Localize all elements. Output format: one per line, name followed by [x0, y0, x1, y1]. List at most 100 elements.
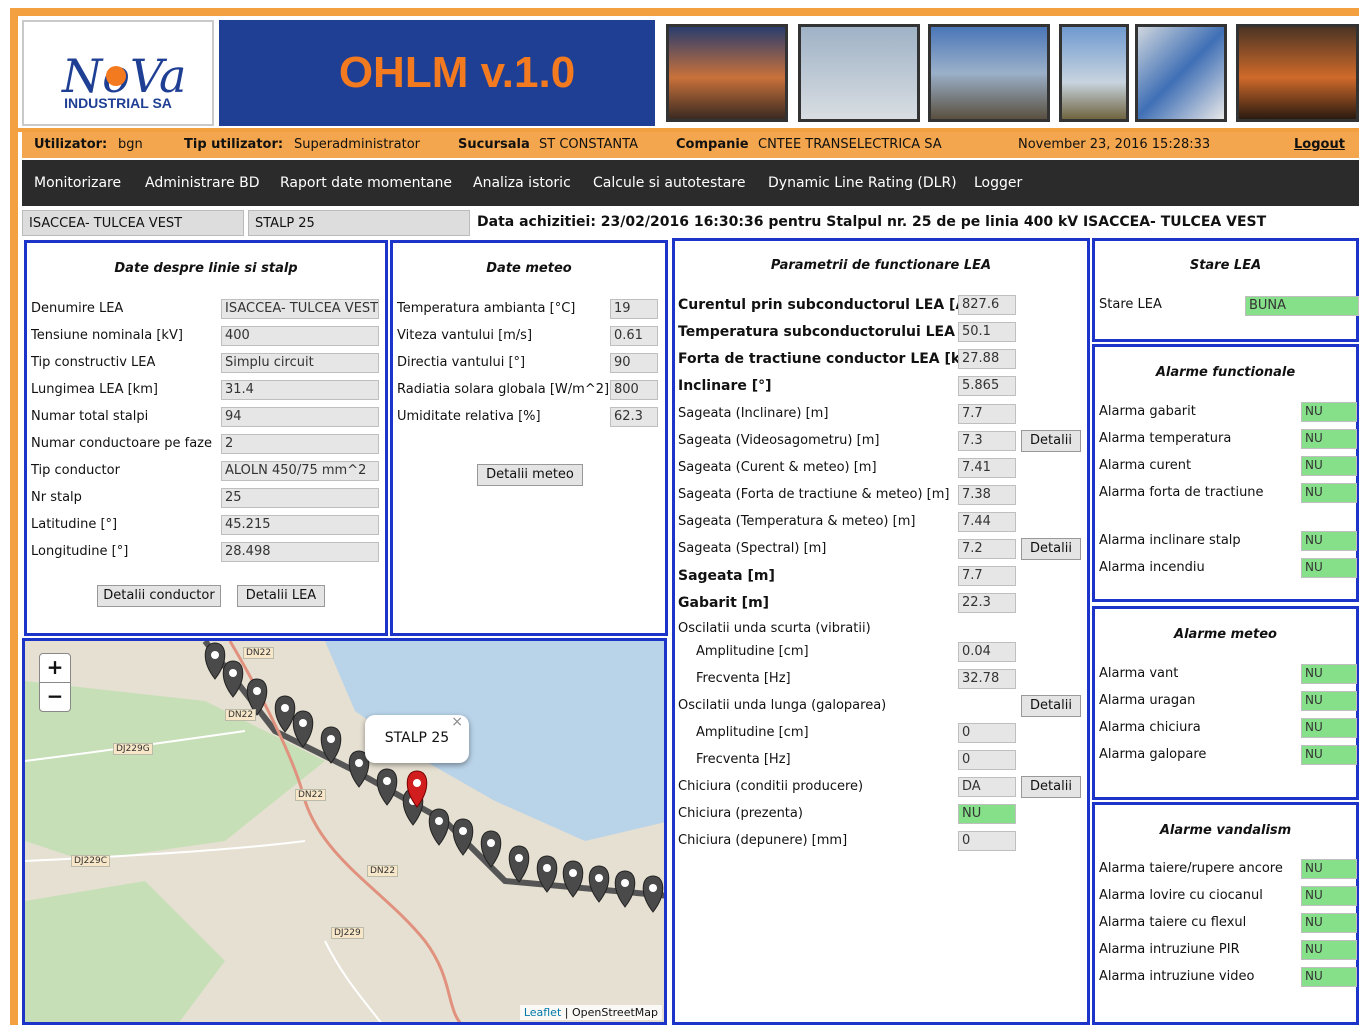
line-field-label: Tip conductor	[31, 463, 120, 478]
alarm-label: Alarma galopare	[1099, 747, 1207, 762]
line-pole-title: Date despre linie si stalp	[114, 261, 298, 276]
line-field-label: Numar conductoare pe faze	[31, 436, 213, 451]
alarm-flag: NU	[1301, 913, 1357, 933]
param-value: 7.38	[958, 485, 1016, 505]
alarm-label: Alarma curent	[1099, 458, 1192, 473]
param-value: 50.1	[958, 322, 1016, 342]
meteo-details-button[interactable]: Detalii meteo	[477, 464, 583, 486]
nav-administrare-bd[interactable]: Administrare BD	[145, 175, 260, 191]
pole-marker-dot	[543, 864, 551, 872]
pole-marker-dot	[459, 827, 467, 835]
line-field-value: 28.498	[221, 542, 379, 562]
app-title: OHLM v.1.0	[338, 48, 576, 97]
nav-dlr[interactable]: Dynamic Line Rating (DLR)	[768, 175, 957, 191]
param-label: Frecventa [Hz]	[696, 752, 791, 767]
zoom-out-button[interactable]: −	[39, 682, 71, 712]
pole-marker-dot	[327, 735, 335, 743]
nav-analiza-istoric[interactable]: Analiza istoric	[473, 175, 571, 191]
zoom-in-button[interactable]: +	[39, 653, 71, 683]
alarm-flag: NU	[1301, 691, 1357, 711]
frame-top-border	[12, 8, 1359, 16]
map-canvas[interactable]	[25, 641, 667, 1025]
line-field-label: Tensiune nominala [kV]	[31, 328, 183, 343]
alarm-label: Alarma uragan	[1099, 693, 1196, 708]
line-field-value: ISACCEA- TULCEA VEST	[221, 299, 379, 319]
road-label: DN22	[243, 647, 275, 659]
line-selector[interactable]: ISACCEA- TULCEA VEST	[22, 210, 244, 236]
param-value: 7.41	[958, 458, 1016, 478]
param-value: 27.88	[958, 349, 1016, 369]
pole-selector[interactable]: STALP 25	[248, 210, 470, 236]
param-details-button[interactable]: Detalii	[1021, 695, 1081, 717]
alarm-label: Alarma forta de tractiune	[1099, 485, 1264, 500]
param-label: Temperatura subconductorului LEA [°C]	[678, 324, 990, 340]
alarm-flag: NU	[1301, 859, 1357, 879]
datetime: November 23, 2016 15:28:33	[1018, 137, 1211, 152]
line-field-value: 2	[221, 434, 379, 454]
road-label: DN22	[295, 789, 327, 801]
line-field-value: 31.4	[221, 380, 379, 400]
param-details-button[interactable]: Detalii	[1021, 776, 1081, 798]
param-label: Amplitudine [cm]	[696, 725, 809, 740]
road-label: DJ229G	[113, 743, 153, 755]
lea-details-button[interactable]: Detalii LEA	[237, 585, 325, 607]
param-details-button[interactable]: Detalii	[1021, 430, 1081, 452]
vandalism-alarms-title: Alarme vandalism	[1159, 823, 1292, 838]
line-field-label: Tip constructiv LEA	[31, 355, 156, 370]
alarm-flag: NU	[1301, 718, 1357, 738]
nav-calcule-autotestare[interactable]: Calcule si autotestare	[593, 175, 745, 191]
param-value: 7.2	[958, 539, 1016, 559]
alarm-flag: NU	[1301, 745, 1357, 765]
main-nav: Monitorizare Administrare BD Raport date…	[22, 160, 1359, 206]
param-details-button[interactable]: Detalii	[1021, 538, 1081, 560]
line-field-value: 94	[221, 407, 379, 427]
status-label: Stare LEA	[1099, 297, 1162, 312]
road-label: DJ229	[331, 927, 364, 939]
user-label: Utilizator:	[34, 137, 108, 152]
param-label: Oscilatii unda lunga (galoparea)	[678, 698, 887, 713]
conductor-details-button[interactable]: Detalii conductor	[97, 585, 221, 607]
header-photo	[928, 24, 1050, 122]
leaflet-link[interactable]: Leaflet	[524, 1006, 561, 1019]
line-field-label: Nr stalp	[31, 490, 82, 505]
param-label: Sageata (Curent & meteo) [m]	[678, 460, 877, 475]
alarm-label: Alarma gabarit	[1099, 404, 1196, 419]
param-label: Inclinare [°]	[678, 378, 772, 394]
alarm-label: Alarma temperatura	[1099, 431, 1232, 446]
line-field-label: Latitudine [°]	[31, 517, 118, 532]
meteo-field-label: Directia vantului [°]	[397, 355, 526, 370]
functional-alarms-title: Alarme functionale	[1155, 365, 1296, 380]
meteo-field-label: Viteza vantului [m/s]	[397, 328, 533, 343]
nav-raport-date-momentane[interactable]: Raport date momentane	[280, 175, 452, 191]
param-value: 0	[958, 831, 1016, 851]
branch-value: ST CONSTANTA	[539, 137, 638, 152]
param-value: DA	[958, 777, 1016, 797]
road-label: DJ229C	[71, 855, 111, 867]
brand-sub: INDUSTRIAL SA	[64, 95, 172, 111]
param-value: NU	[958, 804, 1016, 824]
line-field-label: Numar total stalpi	[31, 409, 149, 424]
line-field-value: 400	[221, 326, 379, 346]
logout-link[interactable]: Logout	[1294, 137, 1345, 152]
popup-close-icon[interactable]: ×	[451, 699, 463, 745]
map-view[interactable]: DN22 DN22 DJ229G DN22 DJ229C DN22 DJ229 …	[22, 638, 667, 1025]
alarm-flag: NU	[1301, 886, 1357, 906]
alarm-label: Alarma intruziune PIR	[1099, 942, 1240, 957]
nav-logger[interactable]: Logger	[974, 175, 1022, 191]
user-value: bgn	[118, 137, 143, 152]
road-label: DN22	[367, 865, 399, 877]
nav-monitorizare[interactable]: Monitorizare	[34, 175, 121, 191]
param-value: 827.6	[958, 295, 1016, 315]
param-value: 32.78	[958, 669, 1016, 689]
param-label: Frecventa [Hz]	[696, 671, 791, 686]
nova-logo-icon: NoVa INDUSTRIAL SA	[61, 49, 186, 111]
pole-marker-dot	[281, 704, 289, 712]
alarm-label: Alarma lovire cu ciocanul	[1099, 888, 1263, 903]
selected-pole-marker-dot	[413, 779, 421, 787]
user-info-bar: Utilizator: bgn Tip utilizator: Superadm…	[22, 132, 1359, 158]
header-photo	[798, 24, 920, 122]
alarm-flag: NU	[1301, 402, 1357, 422]
meteo-alarms-title: Alarme meteo	[1174, 627, 1277, 642]
line-field-label: Denumire LEA	[31, 301, 124, 316]
line-field-value: 45.215	[221, 515, 379, 535]
